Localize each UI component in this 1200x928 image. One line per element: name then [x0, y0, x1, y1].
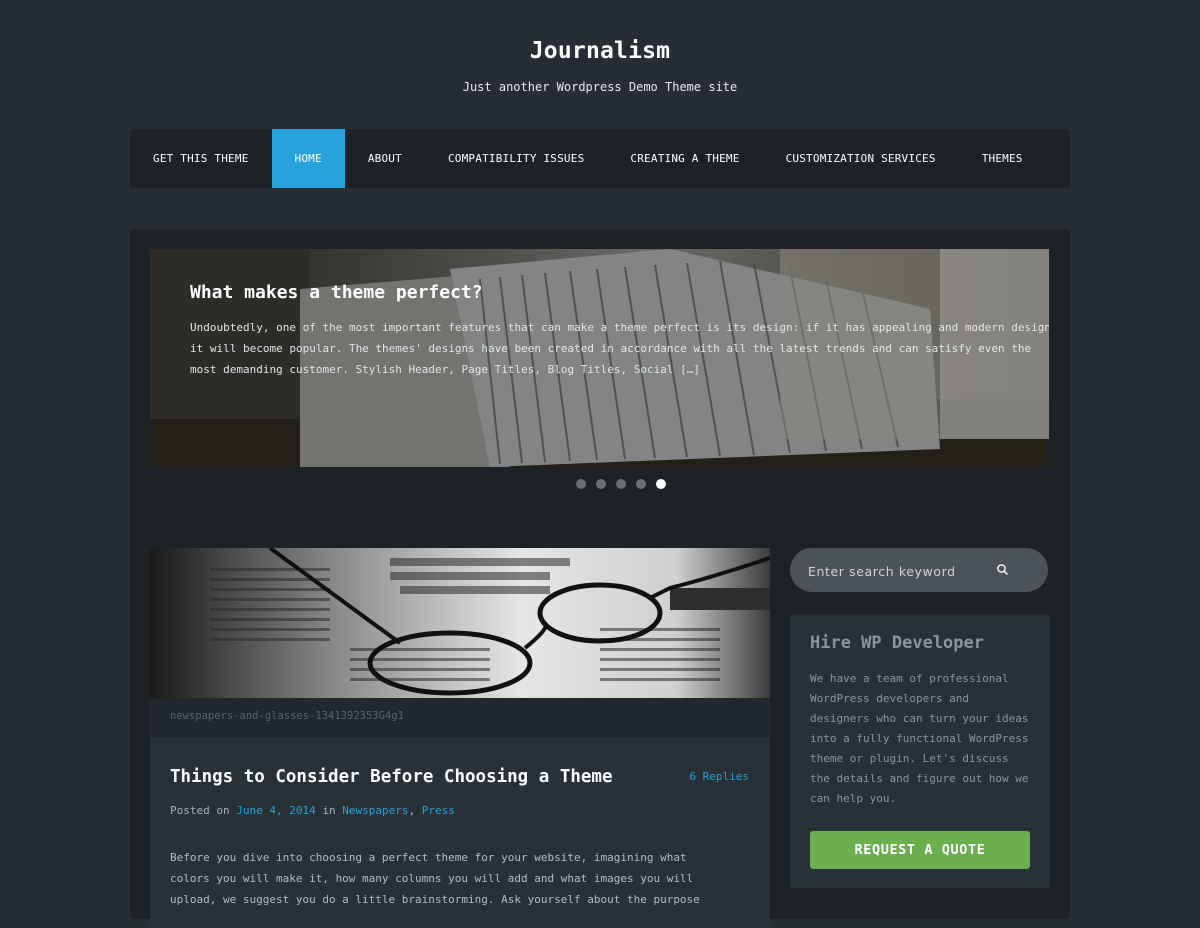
image-caption-bar: newspapers-and-glasses-1341392353G4g1	[150, 698, 770, 737]
posted-on-label: Posted on	[170, 804, 230, 817]
widget-title: Hire WP Developer	[810, 633, 984, 653]
category-separator: ,	[408, 804, 416, 817]
slider-dot-1[interactable]	[576, 479, 586, 489]
post-excerpt: Before you dive into choosing a perfect …	[170, 851, 700, 906]
nav-item-about[interactable]: ABOUT	[345, 129, 425, 188]
site-header: Journalism Just another Wordpress Demo T…	[0, 0, 1200, 94]
slide-excerpt: Undoubtedly, one of the most important f…	[190, 321, 1049, 376]
featured-slider[interactable]: What makes a theme perfect? Undoubtedly,…	[150, 249, 1049, 467]
replies-link[interactable]: 6 Replies	[689, 770, 749, 783]
slider-dot-3[interactable]	[616, 479, 626, 489]
slider-dot-2[interactable]	[596, 479, 606, 489]
request-quote-button[interactable]: REQUEST A QUOTE	[810, 831, 1030, 869]
nav-item-customization-services[interactable]: CUSTOMIZATION SERVICES	[763, 129, 959, 188]
slider-dot-5[interactable]	[656, 479, 666, 489]
nav-item-themes[interactable]: THEMES	[959, 129, 1046, 188]
post-meta: Posted on June 4, 2014 in Newspapers, Pr…	[170, 804, 455, 817]
slider-pagination	[576, 479, 666, 489]
post-date-link[interactable]: June 4, 2014	[236, 804, 315, 817]
in-label: in	[322, 804, 336, 817]
post-featured-image[interactable]	[150, 548, 770, 698]
search-form	[790, 548, 1048, 592]
nav-item-get-this-theme[interactable]: GET THIS THEME	[130, 129, 272, 188]
search-input[interactable]	[806, 558, 990, 584]
slide-caption: What makes a theme perfect? Undoubtedly,…	[190, 282, 1049, 380]
nav-item-creating-a-theme[interactable]: CREATING A THEME	[607, 129, 762, 188]
main-content: What makes a theme perfect? Undoubtedly,…	[130, 229, 1070, 928]
slider-dot-4[interactable]	[636, 479, 646, 489]
nav-item-home[interactable]: HOME	[271, 129, 345, 188]
main-navigation: GET THIS THEME HOME ABOUT COMPATIBILITY …	[130, 129, 1070, 188]
search-icon[interactable]	[995, 562, 1011, 578]
image-caption: newspapers-and-glasses-1341392353G4g1	[170, 710, 404, 722]
category-link-newspapers[interactable]: Newspapers	[342, 804, 408, 817]
widget-text: We have a team of professional WordPress…	[810, 672, 1029, 805]
slide-title[interactable]: What makes a theme perfect?	[190, 282, 1049, 303]
nav-item-compatibility-issues[interactable]: COMPATIBILITY ISSUES	[425, 129, 607, 188]
site-tagline: Just another Wordpress Demo Theme site	[462, 80, 738, 94]
blog-post: newspapers-and-glasses-1341392353G4g1 Th…	[150, 548, 770, 928]
post-title[interactable]: Things to Consider Before Choosing a The…	[170, 767, 613, 787]
site-title[interactable]: Journalism	[0, 38, 1200, 64]
hire-developer-widget: Hire WP Developer We have a team of prof…	[790, 614, 1050, 888]
newspaper-glasses-image	[150, 548, 770, 698]
category-link-press[interactable]: Press	[422, 804, 455, 817]
